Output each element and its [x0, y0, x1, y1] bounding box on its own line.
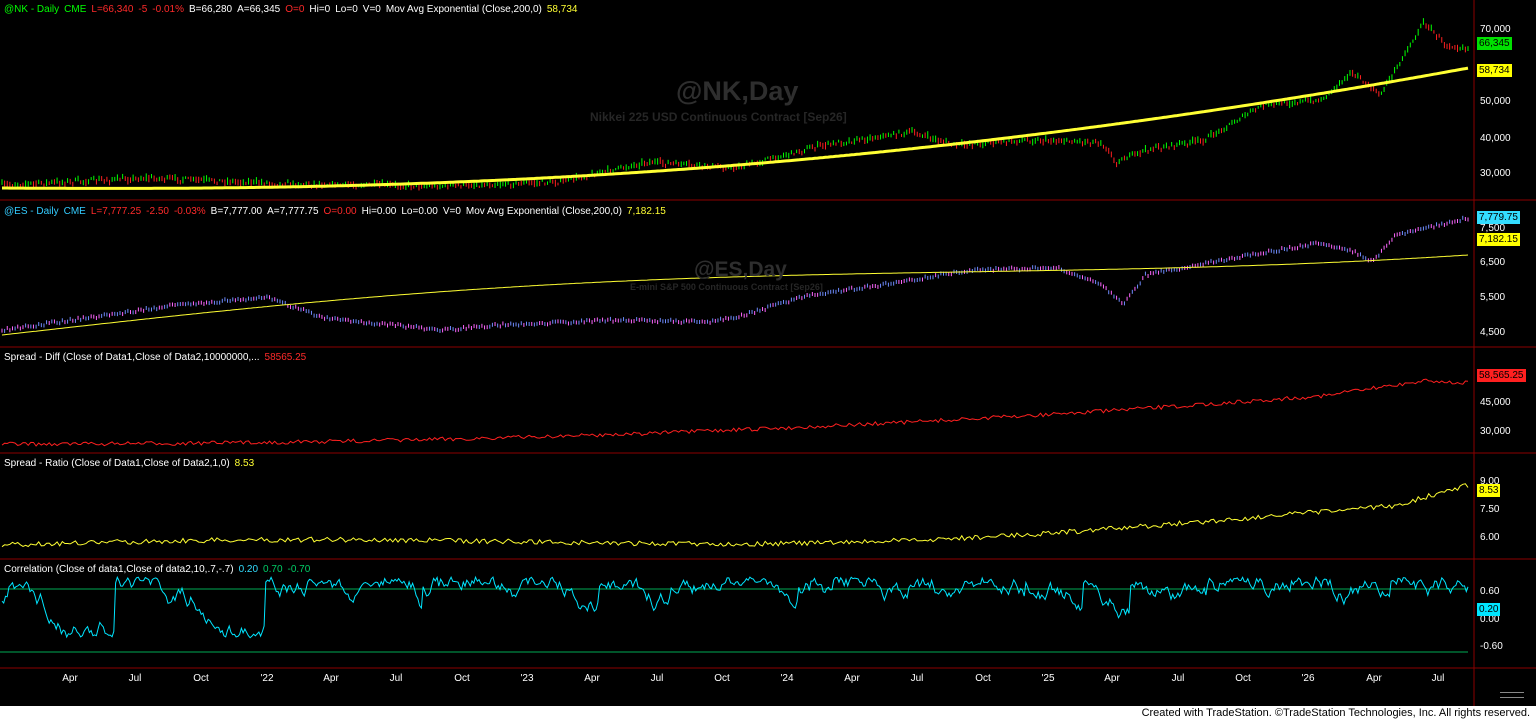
corr-axis-label: 0.60	[1480, 586, 1500, 597]
spread-ratio-line	[1, 483, 1469, 548]
diff-panel-header[interactable]: Spread - Diff (Close of Data1,Close of D…	[4, 352, 311, 364]
date-axis-label: Apr	[1366, 673, 1382, 684]
nk-watermark-subtitle: Nikkei 225 USD Continuous Contract [Sep2…	[590, 110, 847, 124]
corr-header-segment: 0.20	[238, 564, 259, 575]
corr-header-segment: -0.70	[287, 564, 311, 575]
ratio-axis-label: 7.50	[1480, 504, 1500, 515]
nk-header-segment: A=66,345	[237, 4, 281, 15]
date-axis-label: Jul	[128, 673, 142, 684]
corr-panel-header[interactable]: Correlation (Close of data1,Close of dat…	[4, 564, 315, 576]
corr-header-segment: 0.70	[263, 564, 283, 575]
date-axis-label: Apr	[62, 673, 78, 684]
es-last-price-tag: 7,779.75	[1477, 211, 1520, 224]
nk-header-segment: Hi=0	[309, 4, 331, 15]
ratio-last-price-tag: 8.53	[1477, 484, 1501, 497]
corr-last-price-tag: 0.20	[1477, 603, 1501, 616]
diff-header-segment: Spread - Diff (Close of Data1,Close of D…	[4, 352, 260, 363]
date-axis-label: Jul	[650, 673, 664, 684]
corr-header-segment: Correlation (Close of data1,Close of dat…	[4, 564, 234, 575]
es-axis-label: 4,500	[1480, 327, 1506, 338]
es-ema-price-tag: 7,182.15	[1477, 233, 1520, 246]
es-axis-label: 5,500	[1480, 292, 1506, 303]
es-header-segment: -0.03%	[173, 206, 206, 217]
nk-header-segment: Lo=0	[335, 4, 358, 15]
date-axis-label: Oct	[1235, 673, 1251, 684]
date-axis-label: Jul	[1171, 673, 1185, 684]
es-watermark-subtitle: E-mini S&P 500 Continuous Contract [Sep2…	[630, 282, 823, 292]
date-axis-label: '22	[260, 673, 274, 684]
nk-ema-price-tag: 58,734	[1477, 64, 1512, 77]
nk-header-segment: -5	[138, 4, 148, 15]
nk-axis-label: 30,000	[1480, 168, 1511, 179]
ratio-header-segment: 8.53	[234, 458, 255, 469]
es-header-segment: L=7,777.25	[90, 206, 142, 217]
nk-axis-label: 40,000	[1480, 133, 1511, 144]
es-header-segment: 7,182.15	[626, 206, 666, 217]
footer-copyright: Created with TradeStation. ©TradeStation…	[0, 706, 1536, 721]
date-axis-label: '26	[1301, 673, 1315, 684]
spread-diff-line	[1, 378, 1469, 447]
es-header-segment: B=7,777.00	[210, 206, 263, 217]
nk-header-segment: -0.01%	[152, 4, 184, 15]
nk-panel-header[interactable]: @NK - Daily CME L=66,340 -5 -0.01% B=66,280 A=…	[4, 4, 582, 16]
diff-last-price-tag: 58,565.25	[1477, 369, 1526, 382]
nk-header-segment: L=66,340	[91, 4, 134, 15]
date-axis-label: Oct	[454, 673, 470, 684]
es-header-segment: O=0.00	[323, 206, 357, 217]
nk-axis-label: 70,000	[1480, 24, 1511, 35]
es-header-segment: Lo=0.00	[401, 206, 438, 217]
date-axis-label: Oct	[975, 673, 991, 684]
date-axis-label: '24	[780, 673, 794, 684]
diff-axis-label: 30,000	[1480, 426, 1511, 437]
ratio-axis-label: 6.00	[1480, 532, 1500, 543]
date-axis-label: Apr	[1104, 673, 1120, 684]
nk-header-segment: B=66,280	[188, 4, 233, 15]
date-axis-label: Apr	[584, 673, 600, 684]
es-header-segment: CME	[63, 206, 86, 217]
es-header-segment: @ES - Daily	[4, 206, 59, 217]
date-axis-label: Jul	[910, 673, 924, 684]
es-axis-label: 6,500	[1480, 257, 1506, 268]
date-axis-label: '23	[520, 673, 534, 684]
date-axis-label: Apr	[323, 673, 339, 684]
correlation-line	[1, 575, 1469, 639]
nk-header-segment: O=0	[285, 4, 305, 15]
nk-watermark-title: @NK,Day	[676, 76, 799, 106]
es-header-segment: V=0	[442, 206, 461, 217]
nk-header-segment: 58,734	[546, 4, 578, 15]
es-panel-header[interactable]: @ES - Daily CME L=7,777.25 -2.50 -0.03% B=7,7…	[4, 206, 671, 218]
date-axis-label: Oct	[714, 673, 730, 684]
nk-header-segment: V=0	[362, 4, 381, 15]
diff-header-segment: 58565.25	[264, 352, 307, 363]
nk-header-segment: CME	[64, 4, 87, 15]
date-axis-label: Apr	[844, 673, 860, 684]
diff-axis-label: 45,000	[1480, 397, 1511, 408]
corr-axis-label: -0.60	[1480, 641, 1503, 652]
es-header-segment: Mov Avg Exponential (Close,200,0)	[465, 206, 622, 217]
date-axis-label: Jul	[1431, 673, 1445, 684]
date-axis-label: '25	[1041, 673, 1055, 684]
ratio-header-segment: Spread - Ratio (Close of Data1,Close of …	[4, 458, 230, 469]
nk-header-segment: Mov Avg Exponential (Close,200,0)	[385, 4, 542, 15]
nk-header-segment: @NK - Daily	[4, 4, 60, 15]
time-scroll-handle[interactable]	[1500, 692, 1524, 698]
date-axis-label: Oct	[193, 673, 209, 684]
es-header-segment: A=7,777.75	[267, 206, 319, 217]
nk-last-price-tag: 66,345	[1477, 37, 1512, 50]
es-header-segment: Hi=0.00	[361, 206, 397, 217]
es-watermark-title: @ES,Day	[694, 258, 787, 281]
date-axis-label: Jul	[389, 673, 403, 684]
ratio-panel-header[interactable]: Spread - Ratio (Close of Data1,Close of …	[4, 458, 259, 470]
es-header-segment: -2.50	[146, 206, 169, 217]
nk-axis-label: 50,000	[1480, 96, 1511, 107]
